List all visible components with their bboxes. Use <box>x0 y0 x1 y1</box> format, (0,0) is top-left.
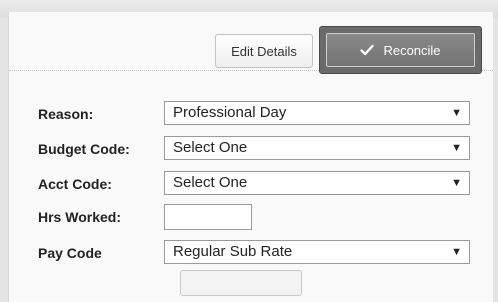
budget-code-row: Budget Code: Select One ▼ <box>38 136 478 162</box>
panel-toolbar: Edit Details Reconcile <box>9 12 493 74</box>
reconcile-button[interactable]: Reconcile <box>326 33 475 67</box>
reason-label: Reason: <box>38 106 94 122</box>
pay-code-select[interactable]: Regular Sub Rate ▼ <box>164 240 470 264</box>
hrs-worked-label: Hrs Worked: <box>38 209 121 225</box>
acct-code-label: Acct Code: <box>38 176 112 192</box>
reconcile-label: Reconcile <box>383 42 441 58</box>
dropdown-arrow-icon: ▼ <box>451 107 462 119</box>
reason-row: Reason: Professional Day ▼ <box>38 101 478 127</box>
reconcile-button-focus-ring: Reconcile <box>319 26 482 74</box>
budget-code-select[interactable]: Select One ▼ <box>164 136 470 160</box>
pay-code-value: Regular Sub Rate <box>173 243 293 260</box>
acct-code-value: Select One <box>173 174 248 191</box>
edit-details-label: Edit Details <box>231 43 297 59</box>
hrs-worked-input[interactable] <box>164 204 252 230</box>
check-icon <box>360 44 375 56</box>
bottom-action-button[interactable] <box>180 270 302 296</box>
budget-code-value: Select One <box>173 139 248 156</box>
pay-code-row: Pay Code Regular Sub Rate ▼ <box>38 240 478 266</box>
reason-select[interactable]: Professional Day ▼ <box>164 101 470 125</box>
budget-code-label: Budget Code: <box>38 141 130 157</box>
pay-code-label: Pay Code <box>38 245 102 261</box>
acct-code-row: Acct Code: Select One ▼ <box>38 171 478 197</box>
dropdown-arrow-icon: ▼ <box>451 246 462 258</box>
hrs-worked-row: Hrs Worked: <box>38 204 478 230</box>
dropdown-arrow-icon: ▼ <box>451 142 462 154</box>
edit-details-button[interactable]: Edit Details <box>215 34 313 68</box>
dropdown-arrow-icon: ▼ <box>451 177 462 189</box>
reason-value: Professional Day <box>173 104 287 121</box>
acct-code-select[interactable]: Select One ▼ <box>164 171 470 195</box>
